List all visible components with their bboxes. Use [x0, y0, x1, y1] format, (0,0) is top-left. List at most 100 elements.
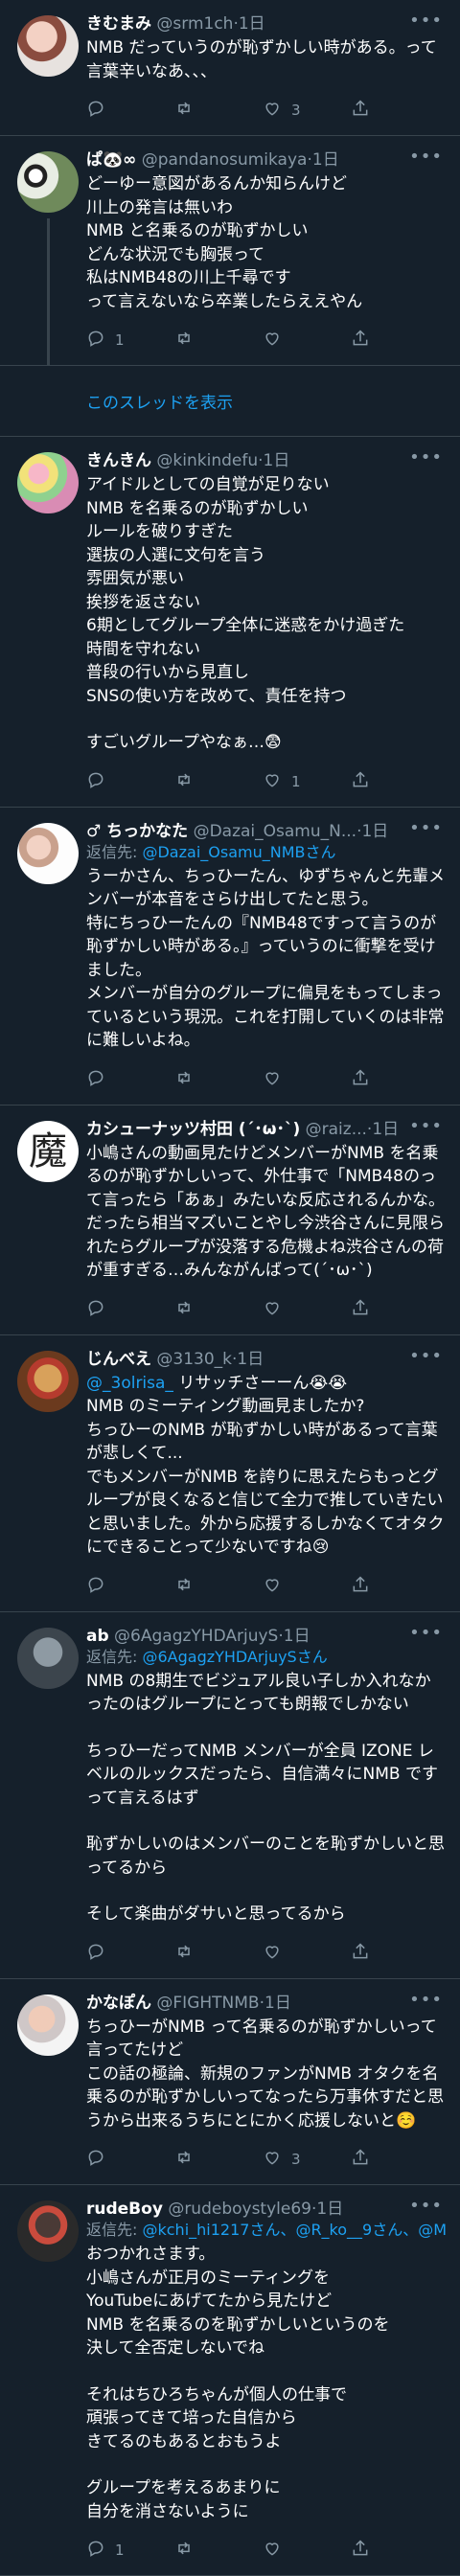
- share-button[interactable]: [351, 1575, 439, 1598]
- reply-to-mention[interactable]: @kchi_hi1217さん、@R_ko__9さん、@MIZUTA_SHIORI…: [142, 2221, 447, 2239]
- share-button[interactable]: [351, 2148, 439, 2171]
- like-button[interactable]: [263, 1942, 351, 1965]
- retweet-button[interactable]: [174, 1942, 263, 1965]
- timestamp[interactable]: 1日: [264, 1994, 291, 2013]
- retweet-button[interactable]: [174, 770, 263, 793]
- display-name[interactable]: きんきん: [86, 451, 151, 470]
- tweet[interactable]: ♂ ちっかなた @Dazai_Osamu_N...·1日 ••• 返信先: @Daz…: [0, 808, 460, 1106]
- tweet[interactable]: ab @6AgagzYHDArjuyS·1日 ••• 返信先: @6AgagzYHD…: [0, 1612, 460, 1979]
- display-name[interactable]: ab: [86, 1627, 109, 1646]
- tweet[interactable]: きむまみ @srm1ch·1日 ••• NMB だっていうのが恥ずかしい時がある。っ…: [0, 0, 460, 136]
- share-button[interactable]: [351, 99, 439, 122]
- timestamp[interactable]: 1日: [372, 1120, 399, 1139]
- mention-link[interactable]: @_3olrisa_: [86, 1374, 173, 1393]
- display-name[interactable]: rudeBoy: [86, 2200, 163, 2219]
- share-button[interactable]: [351, 1068, 439, 1091]
- reply-button[interactable]: [86, 770, 174, 793]
- like-button[interactable]: [263, 2539, 351, 2562]
- like-button[interactable]: 3: [263, 99, 351, 122]
- tweet[interactable]: じんべえ @3130_k·1日 ••• @_3olrisa_ リサッチさーーん😭😭 N…: [0, 1335, 460, 1612]
- reply-button[interactable]: [86, 1942, 174, 1965]
- more-icon[interactable]: •••: [409, 449, 443, 467]
- tweet[interactable]: 魔カシューナッツ村田 (´･ω･`) @raiz...·1日 ••• 小嶋さんの動画…: [0, 1106, 460, 1335]
- user-handle[interactable]: @kinkindefu: [156, 451, 258, 470]
- retweet-button[interactable]: [174, 1575, 263, 1598]
- reply-button[interactable]: [86, 99, 174, 122]
- retweet-button[interactable]: [174, 1298, 263, 1321]
- avatar[interactable]: [17, 1350, 79, 1412]
- user-handle[interactable]: @Dazai_Osamu_N...: [194, 822, 357, 841]
- reply-button[interactable]: 1: [86, 329, 174, 352]
- timestamp[interactable]: 1日: [361, 822, 388, 841]
- tweet[interactable]: かなぽん @FIGHTNMB·1日 ••• ちっひーがNMB って名乗るのが恥ずかし…: [0, 1979, 460, 2185]
- user-handle[interactable]: @3130_k: [156, 1350, 232, 1369]
- tweet-line: NMB と名乗るのが恥ずかしい: [86, 219, 447, 243]
- avatar[interactable]: [17, 452, 79, 513]
- more-icon[interactable]: •••: [409, 1624, 443, 1641]
- avatar[interactable]: 魔: [17, 1120, 79, 1182]
- timestamp[interactable]: 1日: [264, 451, 290, 470]
- timestamp[interactable]: 1日: [284, 1627, 310, 1646]
- reply-button[interactable]: 1: [86, 2539, 174, 2562]
- retweet-button[interactable]: [174, 99, 263, 122]
- share-icon: [351, 329, 370, 352]
- tweet[interactable]: きんきん @kinkindefu·1日 ••• アイドルとしての自覚が足りない NMB…: [0, 437, 460, 808]
- more-icon[interactable]: •••: [409, 2198, 443, 2215]
- show-thread-link[interactable]: このスレッドを表示: [0, 366, 460, 437]
- more-icon[interactable]: •••: [409, 1991, 443, 2008]
- retweet-button[interactable]: [174, 1068, 263, 1091]
- timestamp[interactable]: 1日: [312, 150, 339, 170]
- like-button[interactable]: 1: [263, 770, 351, 793]
- share-button[interactable]: [351, 770, 439, 793]
- display-name[interactable]: じんべえ: [86, 1350, 151, 1369]
- retweet-button[interactable]: [174, 329, 263, 352]
- user-handle[interactable]: @raiz...: [306, 1120, 367, 1139]
- user-handle[interactable]: @rudeboystyle69: [168, 2200, 311, 2219]
- tweet-line-text: グループを考えるあまりに: [86, 2478, 281, 2497]
- reply-button[interactable]: [86, 1298, 174, 1321]
- display-name[interactable]: カシューナッツ村田 (´･ω･`): [86, 1120, 300, 1139]
- display-name[interactable]: ♂ ちっかなた: [86, 822, 188, 841]
- avatar[interactable]: [17, 2200, 79, 2262]
- retweet-button[interactable]: [174, 2148, 263, 2171]
- timestamp[interactable]: 1日: [237, 1350, 264, 1369]
- display-name[interactable]: きむまみ: [86, 14, 151, 34]
- timestamp[interactable]: 1日: [239, 14, 265, 34]
- share-button[interactable]: [351, 1298, 439, 1321]
- tweet-line-text: 頑張ってきて培った自信から: [86, 2408, 297, 2428]
- share-button[interactable]: [351, 329, 439, 352]
- like-button[interactable]: [263, 1068, 351, 1091]
- reply-to-mention[interactable]: @Dazai_Osamu_NMBさん: [142, 843, 335, 861]
- like-button[interactable]: 3: [263, 2148, 351, 2171]
- display-name[interactable]: ぱ🐼∞: [86, 150, 136, 170]
- like-button[interactable]: [263, 1298, 351, 1321]
- share-button[interactable]: [351, 1942, 439, 1965]
- user-handle[interactable]: @pandanosumikaya: [142, 150, 308, 170]
- more-icon[interactable]: •••: [409, 1347, 443, 1364]
- reply-to-mention[interactable]: @6AgagzYHDArjuySさん: [142, 1648, 327, 1666]
- user-handle[interactable]: @6AgagzYHDArjuyS: [114, 1627, 278, 1646]
- user-handle[interactable]: @FIGHTNMB: [156, 1994, 259, 2013]
- avatar[interactable]: [17, 822, 79, 884]
- user-handle[interactable]: @srm1ch: [156, 14, 233, 34]
- avatar[interactable]: [17, 15, 79, 77]
- tweet-line-text: NMB を名乗るのが恥ずかしい: [86, 498, 309, 518]
- reply-button[interactable]: [86, 2148, 174, 2171]
- reply-button[interactable]: [86, 1575, 174, 1598]
- timestamp[interactable]: 1日: [316, 2200, 343, 2219]
- display-name[interactable]: かなぽん: [86, 1994, 151, 2013]
- reply-button[interactable]: [86, 1068, 174, 1091]
- avatar[interactable]: [17, 1627, 79, 1689]
- share-button[interactable]: [351, 2539, 439, 2562]
- more-icon[interactable]: •••: [409, 819, 443, 836]
- tweet[interactable]: ぱ🐼∞ @pandanosumikaya·1日 ••• どーゆー意図があるんか知らん…: [0, 136, 460, 366]
- avatar[interactable]: [17, 1994, 79, 2056]
- more-icon[interactable]: •••: [409, 12, 443, 30]
- like-button[interactable]: [263, 1575, 351, 1598]
- retweet-button[interactable]: [174, 2539, 263, 2562]
- more-icon[interactable]: •••: [409, 1117, 443, 1134]
- avatar[interactable]: [17, 151, 79, 213]
- more-icon[interactable]: •••: [409, 148, 443, 166]
- tweet[interactable]: rudeBoy @rudeboystyle69·1日 ••• 返信先: @kchi_…: [0, 2185, 460, 2576]
- like-button[interactable]: [263, 329, 351, 352]
